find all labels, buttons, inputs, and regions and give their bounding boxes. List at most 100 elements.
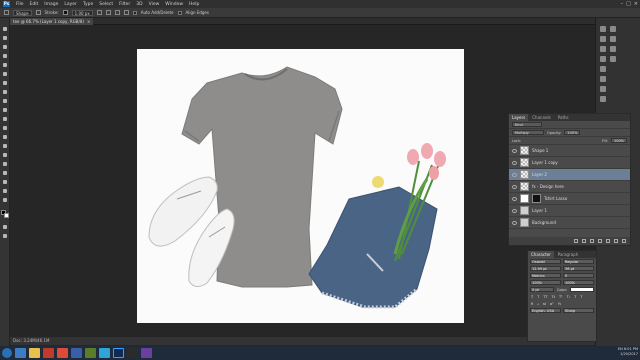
tray-date[interactable]: 1/20/2017 xyxy=(618,352,638,357)
taskbar-photoshop-icon[interactable] xyxy=(113,348,124,358)
strikethrough-icon[interactable]: T xyxy=(579,295,583,299)
eye-icon[interactable] xyxy=(512,160,517,165)
baseline-shift-field[interactable]: 0 pt xyxy=(530,287,554,292)
small-caps-icon[interactable]: Tt xyxy=(551,295,557,299)
taskbar-explorer-icon[interactable] xyxy=(29,348,40,358)
fx-icon[interactable] xyxy=(582,239,586,243)
history-brush-tool-icon[interactable] xyxy=(2,107,8,113)
pen-tool-icon[interactable] xyxy=(2,152,8,158)
tray-time[interactable]: 6:01 PM xyxy=(624,347,638,351)
font-size-field[interactable]: 12.09 pt xyxy=(530,266,561,271)
stroke-type-icon[interactable] xyxy=(96,10,102,15)
path-ops-icon[interactable] xyxy=(105,10,111,15)
layer-row[interactable]: Tshirt Lasso xyxy=(509,193,630,205)
taskbar-word-icon[interactable] xyxy=(71,348,82,358)
tab-close-icon[interactable]: × xyxy=(87,18,90,25)
shape-tool-icon[interactable] xyxy=(2,179,8,185)
dodge-tool-icon[interactable] xyxy=(2,143,8,149)
faux-bold-icon[interactable]: T xyxy=(530,295,534,299)
ordinal-icon[interactable]: aᵃ xyxy=(549,302,555,306)
layer-row[interactable]: Background xyxy=(509,217,630,229)
layer-row[interactable]: Layer 1 copy xyxy=(509,157,630,169)
align-edges-checkbox[interactable] xyxy=(177,10,182,15)
superscript-icon[interactable]: T¹ xyxy=(558,295,564,299)
healing-tool-icon[interactable] xyxy=(2,80,8,86)
layer-row[interactable]: Layer 1 xyxy=(509,205,630,217)
tab-channels[interactable]: Channels xyxy=(529,114,554,121)
tab-character[interactable]: Character xyxy=(528,251,554,258)
kerning-field[interactable]: Metrics xyxy=(530,273,561,278)
taskbar-chrome-icon[interactable] xyxy=(57,348,68,358)
eye-icon[interactable] xyxy=(512,172,517,177)
crop-tool-icon[interactable] xyxy=(2,62,8,68)
adjustment-layer-icon[interactable] xyxy=(598,239,602,243)
menu-layer[interactable]: Layer xyxy=(64,2,77,7)
layer-row[interactable]: fx - Design here xyxy=(509,181,630,193)
start-button[interactable] xyxy=(2,348,12,358)
menu-help[interactable]: Help xyxy=(189,2,199,7)
leading-field[interactable]: 36 pt xyxy=(563,266,594,271)
ligature-icon[interactable]: fi xyxy=(530,302,534,306)
taskbar-app-icon[interactable] xyxy=(85,348,96,358)
navigator-icon[interactable] xyxy=(610,36,616,42)
language-select[interactable]: English: USA xyxy=(530,308,561,313)
swatches-icon[interactable] xyxy=(600,76,606,82)
eyedropper-tool-icon[interactable] xyxy=(2,71,8,77)
swash-icon[interactable]: ℴ xyxy=(536,302,540,306)
auto-add-delete-checkbox[interactable] xyxy=(132,10,137,15)
link-layers-icon[interactable] xyxy=(574,239,578,243)
eye-icon[interactable] xyxy=(512,196,517,201)
tab-paragraph[interactable]: Paragraph xyxy=(555,251,582,258)
history-icon[interactable] xyxy=(600,26,606,32)
eye-icon[interactable] xyxy=(512,184,517,189)
opacity-field[interactable]: 100% xyxy=(564,130,581,135)
menu-file[interactable]: File xyxy=(16,2,24,7)
eye-icon[interactable] xyxy=(512,220,517,225)
document-canvas[interactable] xyxy=(137,49,464,323)
font-family-select[interactable]: Oswald xyxy=(530,259,561,264)
lasso-tool-icon[interactable] xyxy=(2,44,8,50)
clone-source-icon[interactable] xyxy=(610,56,616,62)
tab-paths[interactable]: Paths xyxy=(555,114,572,121)
eye-icon[interactable] xyxy=(512,148,517,153)
tracking-field[interactable]: 0 xyxy=(563,273,594,278)
clone-stamp-tool-icon[interactable] xyxy=(2,98,8,104)
maximize-icon[interactable]: □ xyxy=(626,1,631,7)
styles-icon[interactable] xyxy=(600,96,606,102)
screen-mode-icon[interactable] xyxy=(2,233,8,239)
stylistic-alt-icon[interactable]: st xyxy=(542,302,547,306)
menu-select[interactable]: Select xyxy=(99,2,113,7)
eraser-tool-icon[interactable] xyxy=(2,116,8,122)
background-color-swatch[interactable] xyxy=(4,213,9,218)
menu-3d[interactable]: 3D xyxy=(136,2,142,7)
histogram-icon[interactable] xyxy=(610,46,616,52)
actions-icon[interactable] xyxy=(600,36,606,42)
quick-mask-icon[interactable] xyxy=(2,224,8,230)
tab-layers[interactable]: Layers xyxy=(509,114,529,121)
fraction-icon[interactable]: ½ xyxy=(557,302,562,306)
move-tool-icon[interactable] xyxy=(2,26,8,32)
menu-edit[interactable]: Edit xyxy=(30,2,39,7)
subscript-icon[interactable]: T₁ xyxy=(566,295,572,299)
blur-tool-icon[interactable] xyxy=(2,134,8,140)
menu-view[interactable]: View xyxy=(149,2,160,7)
taskbar-media-icon[interactable] xyxy=(43,348,54,358)
gradient-tool-icon[interactable] xyxy=(2,125,8,131)
type-tool-icon[interactable] xyxy=(2,161,8,167)
document-tab[interactable]: tee @ 66.7% (Layer 1 copy, RGB/8) × xyxy=(10,18,94,25)
eye-icon[interactable] xyxy=(512,208,517,213)
horizontal-scale-field[interactable]: 100% xyxy=(563,280,594,285)
fill-swatch-icon[interactable] xyxy=(35,10,41,15)
zoom-tool-icon[interactable] xyxy=(2,197,8,203)
menu-filter[interactable]: Filter xyxy=(119,2,130,7)
add-mask-icon[interactable] xyxy=(590,239,594,243)
taskbar-app-icon[interactable] xyxy=(141,348,152,358)
marquee-tool-icon[interactable] xyxy=(2,35,8,41)
info-icon[interactable] xyxy=(600,56,606,62)
faux-italic-icon[interactable]: T xyxy=(536,295,540,299)
menu-type[interactable]: Type xyxy=(83,2,93,7)
color-icon[interactable] xyxy=(610,26,616,32)
properties-icon[interactable] xyxy=(600,46,606,52)
layer-row-selected[interactable]: Layer 2 xyxy=(509,169,630,181)
close-icon[interactable]: × xyxy=(634,1,638,7)
